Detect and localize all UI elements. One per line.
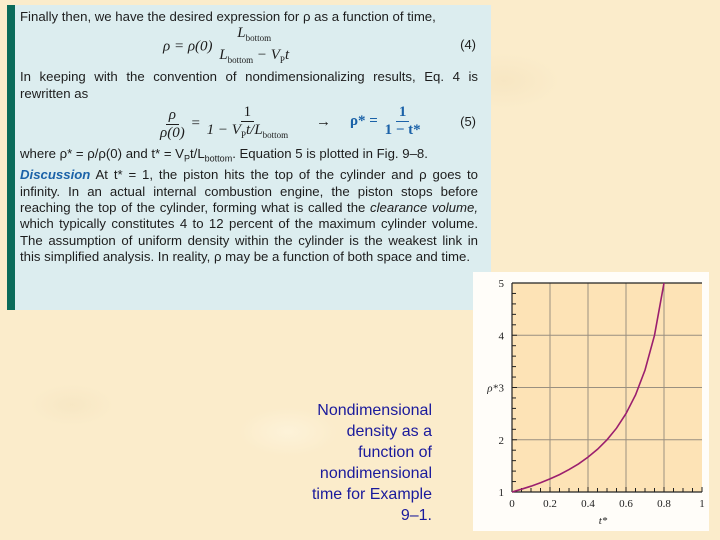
- x-tick-label: 1: [699, 498, 705, 510]
- eq5-number: (5): [460, 114, 476, 130]
- intro-paragraph: Finally then, we have the desired expres…: [20, 9, 436, 24]
- y-tick-label: 3: [499, 383, 505, 395]
- discussion-label: Discussion: [20, 167, 91, 183]
- eq4-number: (4): [460, 37, 476, 53]
- x-tick-label: 0.2: [543, 498, 557, 510]
- equation-4: ρ = ρ(0) Lbottom Lbottom − VPt (4): [20, 25, 478, 69]
- density-chart: 0 0.2 0.4 0.6 0.8 1 1 2 3 4 5 t* ρ*: [473, 272, 709, 531]
- y-tick-label: 4: [499, 330, 505, 342]
- y-tick-label: 1: [499, 487, 505, 499]
- paragraph-2: In keeping with the convention of nondim…: [20, 69, 478, 101]
- example-text-box: Finally then, we have the desired expres…: [7, 5, 491, 310]
- figure-caption: Nondimensional density as a function of …: [311, 402, 432, 524]
- eq5-rhs-fraction: 1 1 − VPt/Lbottom: [206, 104, 289, 141]
- eq4-lhs: ρ = ρ(0): [163, 38, 213, 55]
- chart-svg: 0 0.2 0.4 0.6 0.8 1 1 2 3 4 5 t* ρ*: [486, 278, 705, 527]
- y-tick-label: 2: [499, 435, 505, 447]
- eq5-nondimensional: ρ* = 1 1 − t*: [350, 104, 421, 139]
- eq5-lhs-fraction: ρ ρ(0): [160, 106, 185, 141]
- y-axis-label: ρ*: [486, 383, 498, 395]
- y-tick-label: 5: [499, 278, 505, 290]
- x-tick-label: 0.4: [581, 498, 595, 510]
- equation-5: ρ ρ(0) = 1 1 − VPt/Lbottom → ρ* = 1 1 − …: [20, 102, 478, 146]
- eq4-fraction: Lbottom Lbottom − VPt: [219, 25, 290, 66]
- accent-bar: [7, 5, 15, 310]
- discussion-paragraph: where ρ* = ρ/ρ(0) and t* = VPt/Lbottom. …: [20, 146, 478, 265]
- x-axis-label: t*: [599, 515, 608, 527]
- x-tick-label: 0: [509, 498, 515, 510]
- x-tick-label: 0.8: [657, 498, 671, 510]
- text-content: Finally then, we have the desired expres…: [20, 9, 478, 266]
- arrow-icon: →: [316, 114, 331, 131]
- x-tick-label: 0.6: [619, 498, 633, 510]
